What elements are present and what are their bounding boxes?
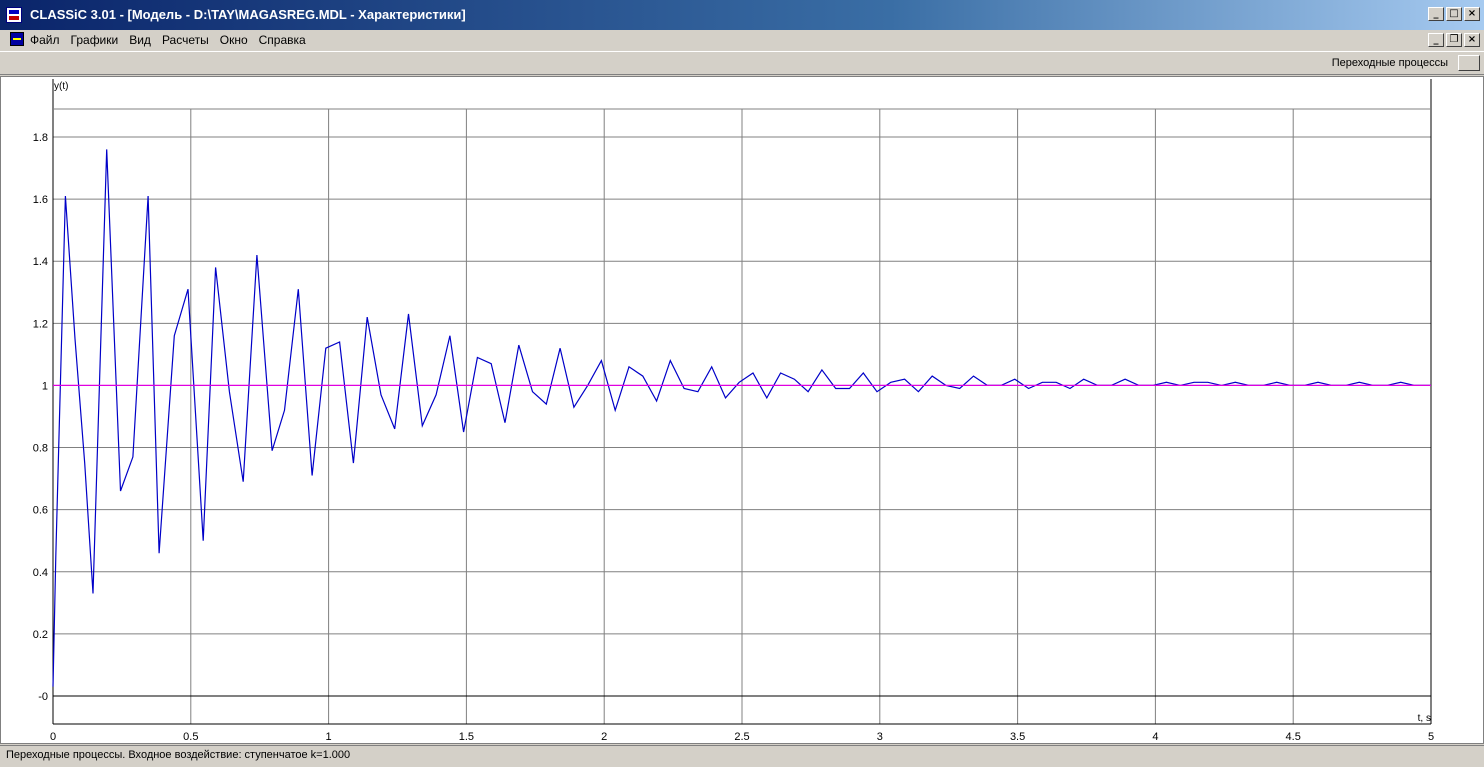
window-title: CLASSiC 3.01 - [Модель - D:\TAY\MAGASREG… [30, 7, 466, 22]
menu-file[interactable]: Файл [30, 33, 60, 47]
y-tick-label: 0.8 [33, 443, 48, 455]
menu-charts[interactable]: Графики [71, 33, 119, 47]
close-button[interactable]: × [1464, 7, 1480, 21]
x-tick-label: 0 [50, 731, 56, 743]
document-icon[interactable] [10, 32, 24, 46]
maximize-button[interactable]: □ [1446, 7, 1462, 21]
status-bar: Переходные процессы. Входное воздействие… [0, 745, 1484, 767]
menu-calculations[interactable]: Расчеты [162, 33, 209, 47]
window-controls: _ □ × [1428, 7, 1480, 21]
x-tick-label: 0.5 [183, 731, 198, 743]
y-tick-label: 0.6 [33, 505, 48, 517]
y-tick-label: 1.6 [33, 194, 48, 206]
menu-help[interactable]: Справка [259, 33, 306, 47]
doc-minimize-button[interactable]: _ [1428, 33, 1444, 47]
x-tick-label: 4.5 [1286, 731, 1301, 743]
app-icon[interactable] [6, 7, 22, 23]
menu-bar: Файл Графики Вид Расчеты Окно Справка _ … [0, 30, 1484, 50]
chart-grid [53, 109, 1432, 724]
x-axis-label: t, s [1418, 713, 1431, 724]
y-tick-label: 1.8 [33, 132, 48, 144]
x-tick-label: 3.5 [1010, 731, 1025, 743]
y-axis-label: y(t) [54, 81, 68, 92]
doc-close-button[interactable]: × [1464, 33, 1480, 47]
minimize-button[interactable]: _ [1428, 7, 1444, 21]
y-tick-label: -0 [38, 691, 48, 703]
y-tick-label: 1.2 [33, 318, 48, 330]
x-tick-label: 2 [601, 731, 607, 743]
x-tick-label: 3 [877, 731, 883, 743]
mode-toggle-button[interactable] [1458, 55, 1480, 71]
title-bar: CLASSiC 3.01 - [Модель - D:\TAY\MAGASREG… [0, 0, 1484, 30]
y-tick-label: 1 [42, 380, 48, 392]
x-tick-label: 2.5 [734, 731, 749, 743]
toolbar: Переходные процессы [0, 51, 1484, 75]
y-tick-label: 0.2 [33, 629, 48, 641]
transient-chart: 0 0.5 1 1.5 2 2.5 3 3.5 4 4.5 5 -0 0.2 0.4 0.6 0.8 1 1.2 1… [33, 79, 1434, 743]
x-tick-label: 5 [1428, 731, 1434, 743]
x-tick-label: 1.5 [459, 731, 474, 743]
y-tick-label: 0.4 [33, 567, 48, 579]
mode-label: Переходные процессы [1331, 57, 1448, 69]
x-tick-label: 1 [326, 731, 332, 743]
x-tick-label: 4 [1152, 731, 1158, 743]
menu-view[interactable]: Вид [129, 33, 151, 47]
menu-items: Файл Графики Вид Расчеты Окно Справка [30, 33, 306, 47]
plot-area[interactable]: 0 0.5 1 1.5 2 2.5 3 3.5 4 4.5 5 -0 0.2 0.4 0.6 0.8 1 1.2 1… [0, 76, 1484, 744]
document-controls: _ ❐ × [1428, 33, 1480, 47]
status-text: Переходные процессы. Входное воздействие… [6, 749, 351, 761]
y-tick-label: 1.4 [33, 256, 48, 268]
menu-window[interactable]: Окно [220, 33, 248, 47]
chart-tick-labels: 0 0.5 1 1.5 2 2.5 3 3.5 4 4.5 5 -0 0.2 0.4 0.6 0.8 1 1.2 1… [33, 132, 1434, 743]
doc-restore-button[interactable]: ❐ [1446, 33, 1462, 47]
